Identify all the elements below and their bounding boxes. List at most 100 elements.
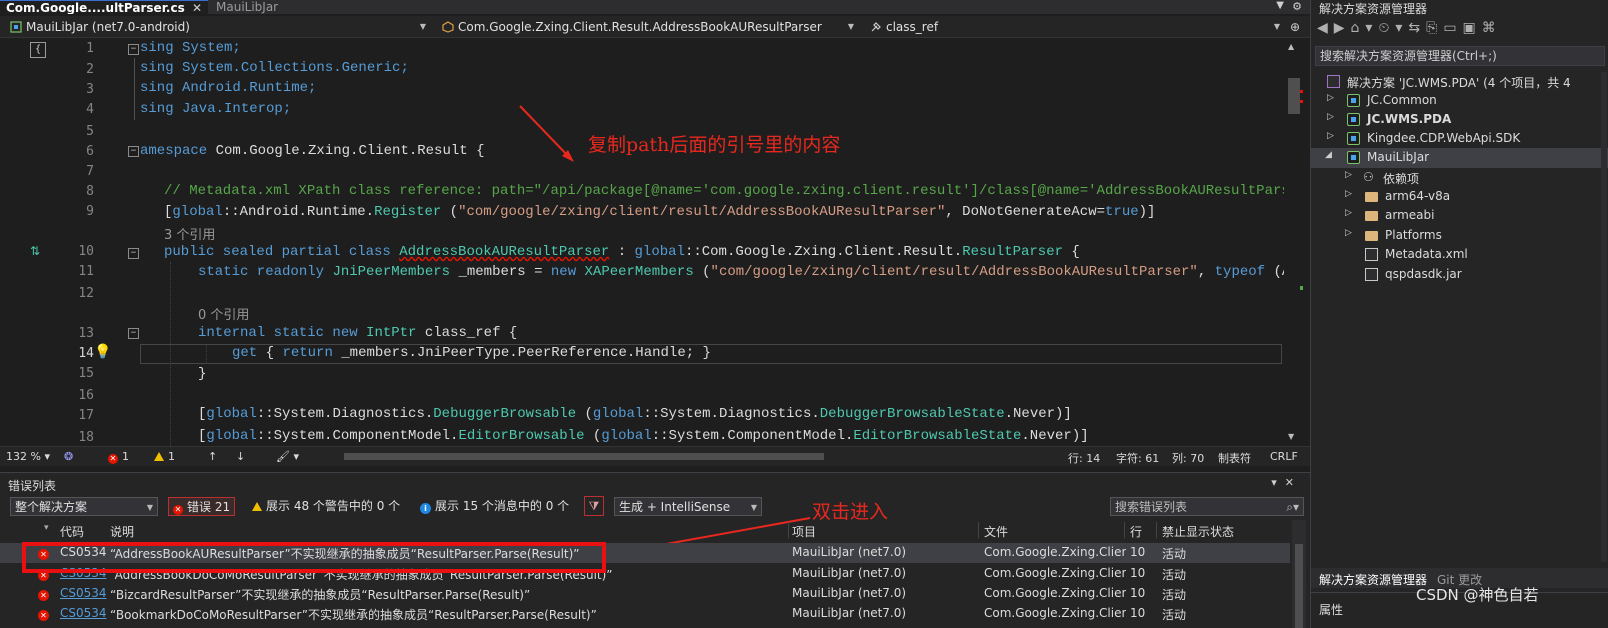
tree-item-folder[interactable]: ▷ armeabi <box>1311 206 1608 226</box>
string-literal: "com/google/zxing/client/result/AddressB… <box>458 204 946 220</box>
copilot-icon[interactable]: ❂ <box>64 450 73 463</box>
warnings-filter-button[interactable]: 展示 48 个警告中的 0 个 <box>252 497 400 516</box>
split-editor-icon[interactable]: ⊕ <box>1290 20 1300 34</box>
line-ending[interactable]: CRLF <box>1270 450 1298 463</box>
tree-item-folder[interactable]: ▷ arm64-v8a <box>1311 187 1608 207</box>
column-header-line[interactable]: 行 <box>1130 523 1142 540</box>
chevron-down-icon: ▼ <box>1273 22 1280 31</box>
code-line-13: internal static new IntPtr class_ref { <box>198 325 517 341</box>
search-icon: ⌕▾ <box>1286 500 1299 514</box>
solution-explorer-title: 解决方案资源管理器 <box>1319 2 1428 16</box>
project-icon <box>1347 113 1360 126</box>
codelens-references[interactable]: 3 个引用 <box>164 224 215 243</box>
folder-icon <box>1365 211 1378 221</box>
tab-active-file[interactable]: Com.Google....ultParser.cs ✕ <box>0 0 208 14</box>
solution-toolbar[interactable]: ◀▶⌂▾⏲▾⇆⎘▭▣⌘ <box>1317 20 1502 36</box>
tree-item-project[interactable]: ◢ MauiLibJar <box>1311 148 1608 168</box>
scope-dropdown[interactable]: 整个解决方案 ▼ <box>10 497 158 516</box>
fold-toggle[interactable]: − <box>128 328 139 339</box>
column-header-file[interactable]: 文件 <box>984 523 1008 540</box>
scroll-thumb[interactable] <box>1295 544 1303 628</box>
navigation-bar: MauiLibJar (net7.0-android) ▼ Com.Google… <box>0 16 1310 38</box>
error-count-value: 1 <box>122 450 129 463</box>
warning-count[interactable]: 1 <box>154 450 175 463</box>
expand-icon[interactable]: ▷ <box>1327 112 1334 122</box>
codelens-references[interactable]: 0 个引用 <box>198 304 249 323</box>
tree-item-project[interactable]: ▷ Kingdee.CDP.WebApi.SDK <box>1311 129 1608 149</box>
type-name: IntPtr <box>366 325 417 341</box>
messages-filter-button[interactable]: i 展示 15 个消息中的 0 个 <box>420 497 569 516</box>
project-selector[interactable]: MauiLibJar (net7.0-android) ▼ <box>4 18 430 36</box>
keyword: public sealed partial class <box>164 244 391 260</box>
error-search-input[interactable]: 搜索错误列表 ⌕▾ <box>1110 497 1304 516</box>
member-selector[interactable]: class_ref ▼ <box>864 18 1284 36</box>
scroll-thumb[interactable] <box>1288 78 1300 114</box>
expand-icon[interactable]: ▷ <box>1345 228 1352 238</box>
lightbulb-icon[interactable]: 💡 <box>94 344 111 362</box>
close-icon[interactable]: ✕ <box>192 1 202 14</box>
fold-toggle[interactable]: − <box>128 44 139 55</box>
column-header-suppression[interactable]: 禁止显示状态 <box>1162 523 1234 540</box>
error-count[interactable]: ✕ 1 <box>108 450 129 464</box>
tree-item-file[interactable]: Metadata.xml <box>1311 245 1608 265</box>
zoom-level[interactable]: 132 % ▾ <box>6 450 50 463</box>
editor-horizontal-scrollbar[interactable] <box>344 453 824 460</box>
expand-icon[interactable]: ▷ <box>1345 208 1352 218</box>
collapse-icon[interactable]: ◢ <box>1325 150 1332 160</box>
error-project: MauiLibJar (net7.0) <box>792 606 907 620</box>
expand-icon[interactable]: ▷ <box>1327 131 1334 141</box>
tree-item-project[interactable]: ▷ JC.Common <box>1311 91 1608 111</box>
expand-icon[interactable]: ▷ <box>1345 189 1352 199</box>
chevron-down-icon: ▼ <box>847 22 854 31</box>
tree-item-solution[interactable]: 解决方案 'JC.WMS.PDA' (4 个项目，共 4 <box>1311 72 1608 92</box>
line-number: 17 <box>78 408 94 423</box>
scroll-up-icon[interactable]: ▲ <box>1288 42 1294 51</box>
code-text: ::System.ComponentModel. <box>651 428 854 444</box>
code-editor[interactable]: { ⇅ 💡 1 2 3 4 5 6 8 7 9 10 11 12 13 14 1… <box>0 38 1296 446</box>
type-selector[interactable]: Com.Google.Zxing.Client.Result.AddressBo… <box>436 18 858 36</box>
code-cleanup-icon[interactable]: 🖌 ▾ <box>276 450 299 463</box>
code-text: ( <box>693 264 711 280</box>
table-row[interactable]: ✕ CS0534 “BookmarkDoCoMoResultParser”不实现… <box>0 604 1290 624</box>
gear-icon[interactable]: ⚙ <box>1292 0 1302 13</box>
tab-solution-explorer[interactable]: 解决方案资源管理器 <box>1319 571 1427 588</box>
tab-mode[interactable]: 制表符 <box>1218 450 1251 466</box>
next-issue-icon[interactable]: ↓ <box>236 450 245 463</box>
column-divider[interactable] <box>978 522 979 538</box>
code-text: ( <box>584 428 602 444</box>
tab-mauilibjar[interactable]: MauiLibJar <box>210 0 320 14</box>
column-divider[interactable] <box>1124 522 1125 538</box>
panel-window-controls[interactable]: ▾✕ <box>1271 476 1302 489</box>
fold-toggle[interactable]: − <box>128 146 139 157</box>
keyword: internal static new <box>198 325 358 341</box>
column-divider[interactable] <box>788 522 789 538</box>
tree-item-file[interactable]: qspdasdk.jar <box>1311 265 1608 285</box>
tab-list-dropdown-icon[interactable]: ▼ <box>1276 0 1284 11</box>
column-header-code[interactable]: 代码 <box>60 523 84 540</box>
error-list-scrollbar[interactable] <box>1292 520 1306 628</box>
code-text: )] <box>1138 204 1156 220</box>
table-row[interactable]: ✕ CS0534 “BizcardResultParser”不实现继承的抽象成员… <box>0 584 1290 604</box>
code-text: { <box>1063 244 1080 260</box>
solution-search-input[interactable]: 搜索解决方案资源管理器(Ctrl+;) <box>1315 46 1605 66</box>
code-snippet-icon[interactable]: { <box>30 42 46 58</box>
tree-item-folder[interactable]: ▷ Platforms <box>1311 226 1608 246</box>
expand-icon[interactable]: ▷ <box>1345 170 1352 180</box>
implementation-glyph-icon[interactable]: ⇅ <box>30 244 46 262</box>
watermark: CSDN @神色自若 <box>1416 586 1539 604</box>
column-divider[interactable] <box>1156 522 1157 538</box>
tree-item-project[interactable]: ▷ JC.WMS.PDA <box>1311 110 1608 130</box>
solution-scrollbar[interactable] <box>1601 72 1607 562</box>
tree-item-dependencies[interactable]: ▷ ⚇ 依赖项 <box>1311 168 1608 188</box>
fold-toggle[interactable]: − <box>128 248 139 259</box>
column-header-description[interactable]: 说明 <box>110 523 134 540</box>
column-header-project[interactable]: 项目 <box>792 523 816 540</box>
expand-icon[interactable]: ▷ <box>1327 93 1334 103</box>
errors-filter-button[interactable]: ✕ 错误 21 <box>168 497 236 516</box>
scroll-down-icon[interactable]: ▼ <box>1288 432 1294 441</box>
error-icon: ✕ <box>38 586 53 601</box>
editor-vertical-scrollbar[interactable]: ▲ ▼ <box>1284 38 1306 446</box>
error-state: 活动 <box>1162 547 1187 561</box>
keyword: return <box>282 345 333 361</box>
previous-issue-icon[interactable]: ↑ <box>208 450 217 463</box>
